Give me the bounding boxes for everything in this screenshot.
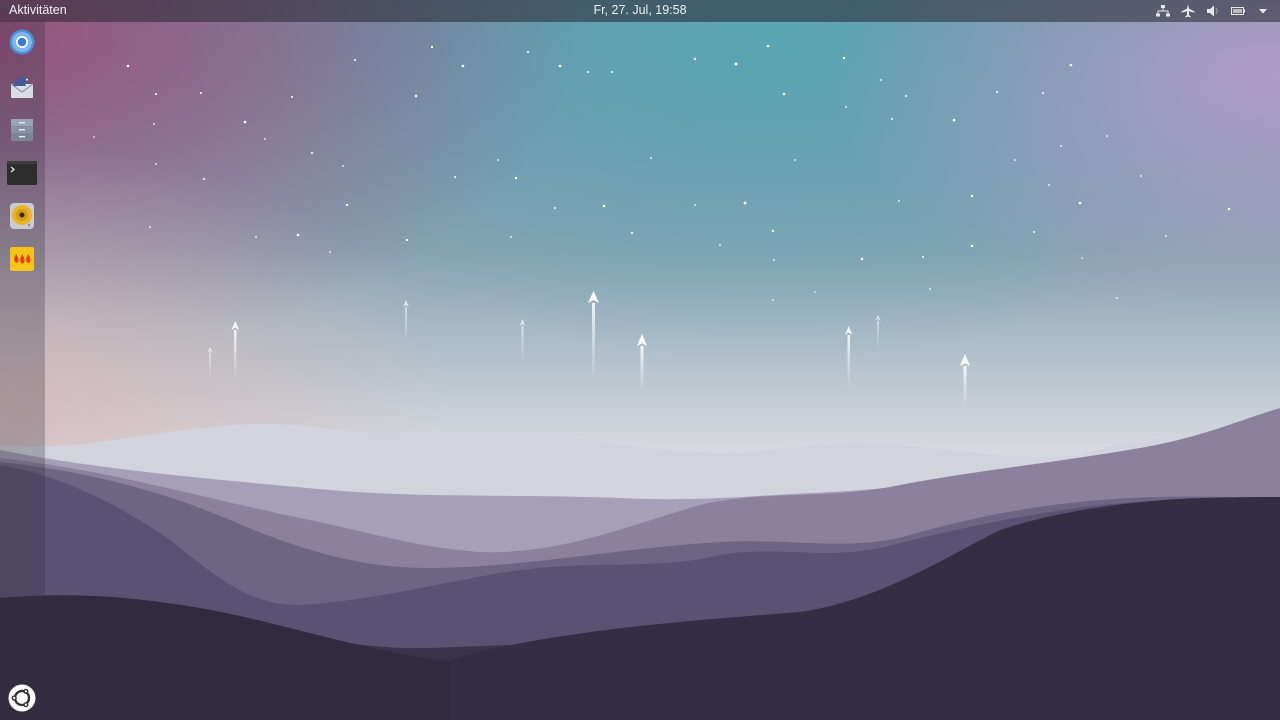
ubuntu-logo-icon[interactable] xyxy=(7,683,37,713)
clock-container: Fr, 27. Jul, 19:58 xyxy=(0,3,1280,17)
network-icon[interactable] xyxy=(1156,4,1170,18)
volume-icon[interactable] xyxy=(1206,4,1220,18)
top-bar: Aktivitäten Fr, 27. Jul, 19:58 xyxy=(0,0,1280,22)
battery-icon[interactable] xyxy=(1231,4,1245,18)
terminal-icon[interactable] xyxy=(7,158,37,188)
airplane-mode-icon[interactable] xyxy=(1181,4,1195,18)
disc-player-icon[interactable] xyxy=(7,201,37,231)
desktop-wallpaper xyxy=(0,0,1280,720)
chromium-icon[interactable] xyxy=(7,27,37,57)
activities-button[interactable]: Aktivitäten xyxy=(9,3,67,17)
game-icon[interactable] xyxy=(7,244,37,274)
system-menu-chevron-icon[interactable] xyxy=(1256,4,1270,18)
date-time-clock[interactable]: Fr, 27. Jul, 19:58 xyxy=(593,3,686,17)
bird-mail-icon[interactable] xyxy=(7,72,37,102)
system-tray[interactable] xyxy=(1156,3,1270,19)
file-manager-icon[interactable] xyxy=(7,115,37,145)
dock xyxy=(0,22,45,720)
